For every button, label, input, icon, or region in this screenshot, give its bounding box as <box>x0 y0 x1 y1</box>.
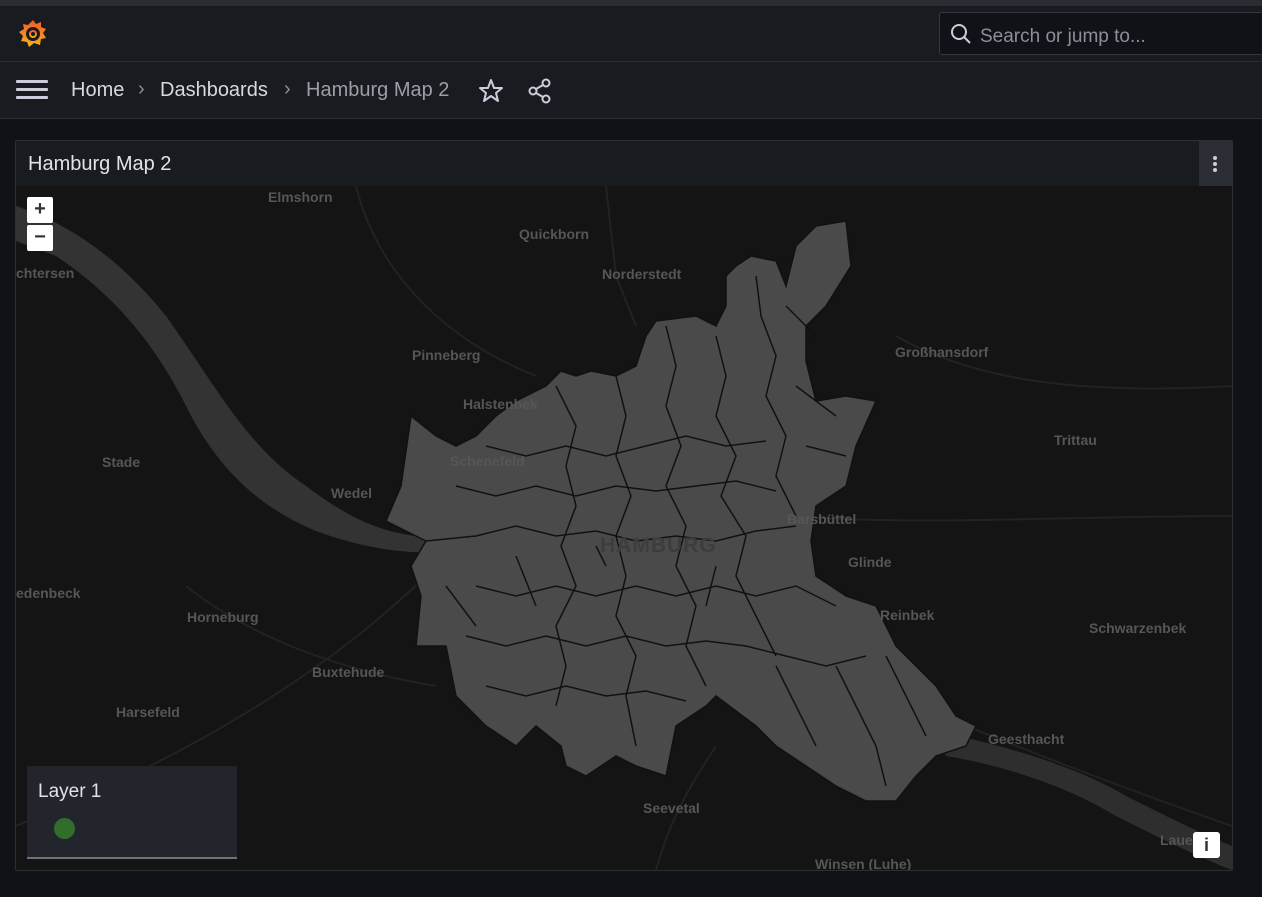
map-panel: Hamburg Map 2 Elmshorn Quickborn chterse… <box>15 140 1233 871</box>
place-label: Winsen (Luhe) <box>815 856 912 870</box>
place-label: Pinneberg <box>412 347 481 363</box>
place-label: Schwarzenbek <box>1089 620 1187 636</box>
zoom-in-button[interactable]: + <box>27 197 53 223</box>
legend-color-swatch <box>54 818 75 839</box>
place-label: Seevetal <box>643 800 700 816</box>
place-label: Quickborn <box>519 226 590 242</box>
top-bar: Search or jump to... <box>0 0 1262 62</box>
breadcrumb-separator: › <box>284 78 291 100</box>
place-label: chtersen <box>16 265 75 281</box>
place-label: Glinde <box>848 554 892 570</box>
panel-menu-button[interactable] <box>1199 141 1232 186</box>
share-icon[interactable] <box>527 78 553 104</box>
place-label: Elmshorn <box>268 189 333 205</box>
hamburg-region <box>385 220 978 802</box>
zoom-out-button[interactable]: − <box>27 225 53 251</box>
search-icon <box>951 24 971 44</box>
place-label: Horneburg <box>187 609 259 625</box>
breadcrumb-home[interactable]: Home <box>71 79 124 102</box>
grafana-logo-icon[interactable] <box>16 17 50 51</box>
search-placeholder: Search or jump to... <box>980 26 1146 47</box>
legend-title: Layer 1 <box>38 781 102 802</box>
geomap[interactable]: Elmshorn Quickborn chtersen Norderstedt … <box>16 186 1232 870</box>
breadcrumb-bar: Home › Dashboards › Hamburg Map 2 <box>0 62 1262 119</box>
city-label: HAMBURG <box>600 534 717 557</box>
map-legend: Layer 1 <box>27 766 237 859</box>
star-icon[interactable] <box>478 78 504 104</box>
place-label: edenbeck <box>16 585 81 601</box>
place-label: Norderstedt <box>602 266 682 282</box>
place-label: Geesthacht <box>988 731 1065 747</box>
attribution-info-button[interactable]: i <box>1193 832 1220 858</box>
breadcrumb-separator: › <box>138 78 145 100</box>
place-label: Barsbüttel <box>787 511 857 527</box>
place-label: Buxtehude <box>312 664 385 680</box>
place-label: Wedel <box>331 485 372 501</box>
panel-title: Hamburg Map 2 <box>28 153 172 175</box>
breadcrumb-dashboards[interactable]: Dashboards <box>160 79 268 102</box>
search-input[interactable]: Search or jump to... <box>939 12 1262 55</box>
place-label: Halstenbek <box>463 396 538 412</box>
place-label: Schenefeld <box>450 453 525 469</box>
place-label: Großhansdorf <box>895 344 989 360</box>
place-label: Reinbek <box>880 607 935 623</box>
zoom-controls: + − <box>27 197 53 251</box>
breadcrumb-current: Hamburg Map 2 <box>306 79 450 101</box>
menu-icon[interactable] <box>16 80 48 102</box>
place-label: Trittau <box>1054 432 1097 448</box>
place-label: Stade <box>102 454 141 470</box>
place-label: Harsefeld <box>116 704 180 720</box>
